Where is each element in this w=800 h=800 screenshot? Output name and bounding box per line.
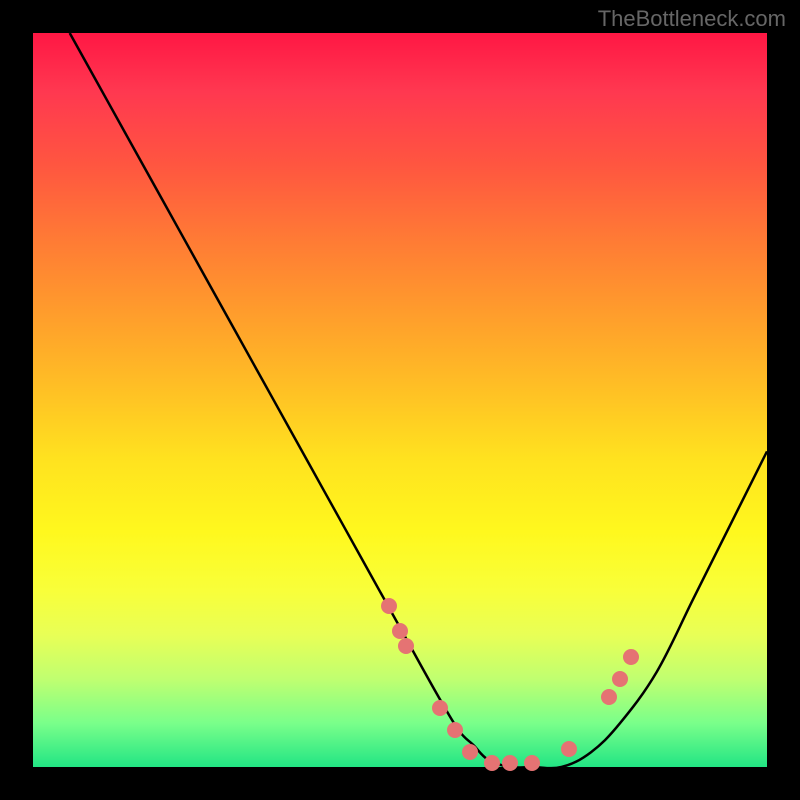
data-point	[524, 755, 540, 771]
bottleneck-curve	[70, 33, 767, 767]
chart-svg	[33, 33, 767, 767]
data-point	[612, 671, 628, 687]
data-point	[561, 741, 577, 757]
data-point	[623, 649, 639, 665]
data-point	[392, 623, 408, 639]
data-point	[447, 722, 463, 738]
data-point	[381, 598, 397, 614]
data-point	[432, 700, 448, 716]
watermark-text: TheBottleneck.com	[598, 6, 786, 32]
chart-plot-area	[33, 33, 767, 767]
data-point	[462, 744, 478, 760]
data-point	[398, 638, 414, 654]
data-point	[601, 689, 617, 705]
data-point	[484, 755, 500, 771]
data-point	[502, 755, 518, 771]
